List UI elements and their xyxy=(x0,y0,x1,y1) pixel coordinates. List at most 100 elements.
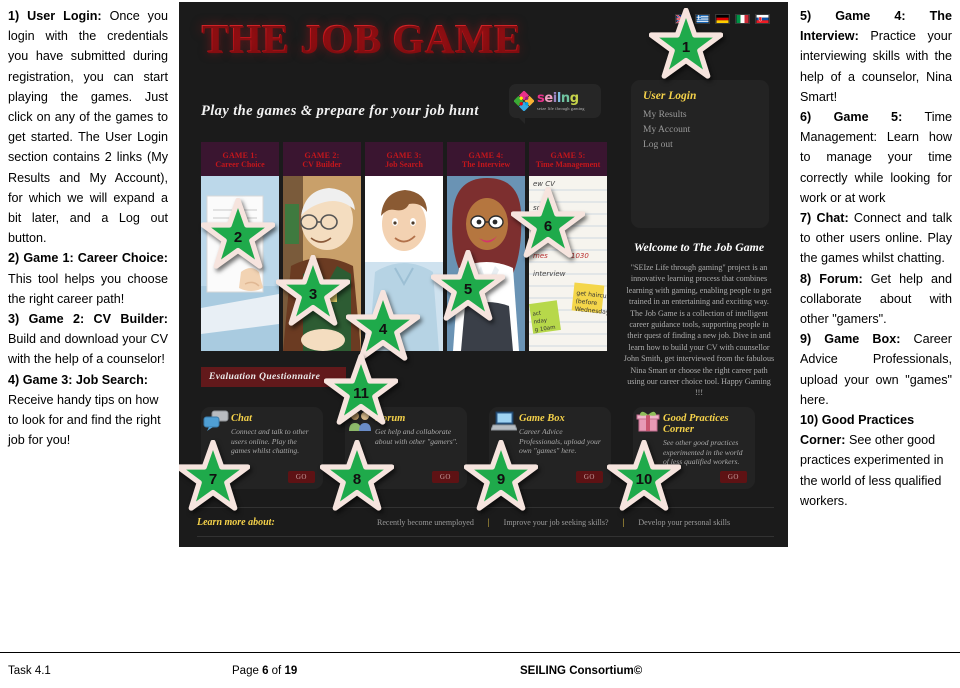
page-footer: Task 4.1 Page 6 of 19 SEILING Consortium… xyxy=(0,652,960,688)
link-my-results[interactable]: My Results xyxy=(643,108,757,123)
paragraph-3-label: 3) Game 2: CV Builder: xyxy=(8,312,168,327)
game-card-name: Career Choice xyxy=(215,159,265,169)
tile-go-button[interactable]: GO xyxy=(719,471,747,483)
game-card-name: CV Builder xyxy=(302,159,342,169)
tile-go-button[interactable]: GO xyxy=(575,471,603,483)
game-card-header: GAME 4: The Interview xyxy=(447,142,525,176)
paragraph-1: 1) User Login: Once you login with the c… xyxy=(8,6,168,248)
paragraph-9: 9) Game Box: Career Advice Professionals… xyxy=(800,329,952,410)
paragraph-8: 8) Forum: Get help and collaborate about… xyxy=(800,269,952,330)
tile-go-button[interactable]: GO xyxy=(287,471,315,483)
footer-separator: | xyxy=(487,517,490,527)
paragraph-9-label: 9) Game Box: xyxy=(800,332,901,347)
callout-star-6: 6 xyxy=(511,187,585,261)
paragraph-1-label: 1) User Login: xyxy=(8,9,102,23)
paragraph-2: 2) Game 1: Career Choice: This tool help… xyxy=(8,248,168,309)
document-page: 1) User Login: Once you login with the c… xyxy=(0,0,960,688)
footer-link-unemployed[interactable]: Recently become unemployed xyxy=(377,518,474,527)
paragraph-6-text: Time Management: Learn how to manage you… xyxy=(800,110,952,205)
game-card-name: Time Management xyxy=(535,159,601,169)
footer-link-job-seeking[interactable]: Improve your job seeking skills? xyxy=(504,518,609,527)
paragraph-6: 6) Game 5: Time Management: Learn how to… xyxy=(800,107,952,208)
callout-star-number: 9 xyxy=(496,470,506,488)
site-footer-links: Recently become unemployed | Improve you… xyxy=(377,517,730,527)
paragraph-6-label: 6) Game 5: xyxy=(800,110,903,125)
paragraph-1-text: Once you login with the credentials you … xyxy=(8,9,168,246)
gift-icon xyxy=(636,411,660,432)
link-my-account[interactable]: My Account xyxy=(643,123,757,138)
callout-star-number: 6 xyxy=(543,217,553,235)
game-card-index: GAME 3: xyxy=(386,150,422,160)
link-log-out[interactable]: Log out xyxy=(643,138,757,153)
game-card-header: GAME 1: Career Choice xyxy=(201,142,279,176)
puzzle-logo-icon xyxy=(514,91,534,111)
logo-word-text: seilng xyxy=(537,91,579,107)
welcome-block: Welcome to The Job Game "SEIze Life thro… xyxy=(623,240,775,399)
callout-star-number: 5 xyxy=(463,280,473,298)
footer-separator: | xyxy=(622,517,625,527)
paragraph-2-text: This tool helps you choose the right car… xyxy=(8,271,168,306)
footer-page-mid: of xyxy=(268,664,285,677)
right-text-column: 5) Game 4: The Interview: Practice your … xyxy=(800,6,952,511)
site-tagline: Play the games & prepare for your job hu… xyxy=(201,103,479,119)
game-card-index: GAME 5: xyxy=(550,150,586,160)
callout-star-11: 11 xyxy=(324,354,398,428)
paragraph-5: 5) Game 4: The Interview: Practice your … xyxy=(800,6,952,107)
game-card-name: The Interview xyxy=(461,159,511,169)
game-card-header: GAME 2: CV Builder xyxy=(283,142,361,176)
evaluation-questionnaire-label: Evaluation Questionnaire xyxy=(209,372,321,382)
callout-star-5: 5 xyxy=(431,250,505,324)
game-card-name: Job Search xyxy=(385,159,423,169)
tile-title: Good Practices Corner xyxy=(663,413,729,435)
callout-star-10: 10 xyxy=(607,440,681,514)
callout-star-number: 4 xyxy=(378,320,388,338)
left-text-column: 1) User Login: Once you login with the c… xyxy=(8,6,168,450)
paragraph-7-label: 7) Chat: xyxy=(800,211,849,226)
paragraph-2-label: 2) Game 1: Career Choice: xyxy=(8,251,168,266)
footer-page-prefix: Page xyxy=(232,664,263,677)
tile-title: Game Box xyxy=(519,413,565,424)
chat-bubbles-icon xyxy=(203,410,229,431)
paragraph-4: 4) Game 3: Job Search: Receive handy tip… xyxy=(8,370,168,451)
tile-title: Chat xyxy=(231,413,253,424)
callout-star-1: 1 xyxy=(649,8,723,82)
footer-task-label: Task 4.1 xyxy=(8,664,51,677)
user-login-panel: User Login My Results My Account Log out xyxy=(631,80,769,228)
callout-star-number: 1 xyxy=(681,38,691,56)
callout-star-9: 9 xyxy=(464,440,538,514)
paragraph-7: 7) Chat: Connect and talk to other users… xyxy=(800,208,952,269)
flag-slovakia-icon[interactable] xyxy=(755,14,770,24)
game-card-index: GAME 1: xyxy=(222,150,258,160)
paragraph-4-label: 4) Game 3: Job Search: xyxy=(8,372,148,387)
game-card-index: GAME 2: xyxy=(304,150,340,160)
site-title: THE JOB GAME xyxy=(201,15,522,61)
callout-star-number: 2 xyxy=(233,228,243,246)
callout-star-3: 3 xyxy=(276,255,350,329)
game-card-header: GAME 5: Time Management xyxy=(529,142,607,176)
footer-page-number: Page 6 of 19 xyxy=(232,665,297,677)
callout-star-number: 10 xyxy=(635,470,653,488)
footer-page-total: 19 xyxy=(284,664,298,677)
seilng-logo[interactable]: seilng seize life through gaming xyxy=(509,84,601,124)
paragraph-8-label: 8) Forum: xyxy=(800,271,863,286)
flag-italy-icon[interactable] xyxy=(735,14,750,24)
paragraph-10: 10) Good Practices Corner: See other goo… xyxy=(800,410,952,511)
logo-subtagline: seize life through gaming xyxy=(537,106,585,112)
callout-star-number: 11 xyxy=(353,384,369,402)
user-login-title: User Login xyxy=(643,90,697,102)
tile-go-button[interactable]: GO xyxy=(431,471,459,483)
paragraph-4-text: Receive handy tips on how to look for an… xyxy=(8,392,161,448)
callout-star-2: 2 xyxy=(201,198,275,272)
paragraph-3: 3) Game 2: CV Builder: Build and downloa… xyxy=(8,309,168,370)
laptop-icon xyxy=(491,411,517,431)
welcome-body: "SEIze Life through gaming" project is a… xyxy=(623,263,775,398)
footer-link-personal-skills[interactable]: Develop your personal skills xyxy=(638,518,730,527)
welcome-title: Welcome to The Job Game xyxy=(633,240,765,254)
game-card-index: GAME 4: xyxy=(468,150,504,160)
footer-consortium: SEILING Consortium© xyxy=(520,664,643,677)
callout-star-4: 4 xyxy=(346,290,420,364)
callout-star-number: 8 xyxy=(352,470,362,488)
callout-star-7: 7 xyxy=(179,440,250,514)
game-card-header: GAME 3: Job Search xyxy=(365,142,443,176)
paragraph-3-text: Build and download your CV with the help… xyxy=(8,332,168,367)
